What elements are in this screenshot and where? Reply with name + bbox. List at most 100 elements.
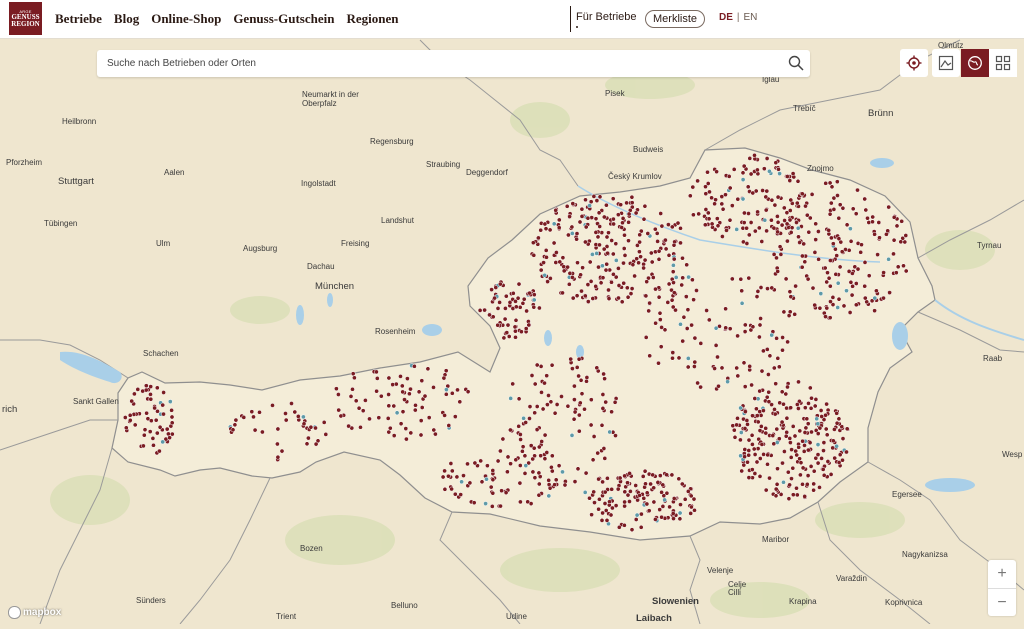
producer-marker[interactable] bbox=[283, 417, 289, 423]
producer-marker[interactable] bbox=[790, 171, 796, 176]
producer-marker[interactable] bbox=[659, 489, 664, 495]
producer-marker[interactable] bbox=[671, 290, 677, 296]
producer-marker[interactable] bbox=[682, 496, 688, 502]
producer-marker[interactable] bbox=[895, 264, 901, 270]
producer-marker[interactable] bbox=[633, 210, 639, 216]
producer-marker[interactable] bbox=[301, 414, 306, 420]
producer-marker[interactable] bbox=[644, 501, 650, 507]
producer-marker[interactable] bbox=[478, 458, 484, 464]
producer-marker[interactable] bbox=[806, 229, 812, 235]
producer-marker[interactable] bbox=[644, 279, 650, 285]
producer-marker[interactable] bbox=[517, 480, 523, 486]
producer-marker[interactable] bbox=[813, 455, 819, 461]
producer-marker[interactable] bbox=[812, 302, 818, 308]
producer-marker[interactable] bbox=[734, 227, 740, 232]
producer-marker[interactable] bbox=[835, 193, 840, 198]
producer-marker[interactable] bbox=[591, 434, 597, 439]
producer-marker[interactable] bbox=[446, 473, 451, 479]
producer-marker[interactable] bbox=[817, 485, 822, 490]
producer-marker[interactable] bbox=[673, 307, 678, 313]
producer-marker[interactable] bbox=[884, 231, 889, 237]
producer-marker[interactable] bbox=[824, 279, 830, 285]
producer-marker[interactable] bbox=[771, 225, 777, 231]
producer-marker[interactable] bbox=[485, 463, 490, 469]
producer-marker[interactable] bbox=[588, 422, 594, 428]
producer-marker[interactable] bbox=[689, 504, 694, 510]
producer-marker[interactable] bbox=[759, 442, 765, 447]
producer-marker[interactable] bbox=[507, 300, 513, 305]
producer-marker[interactable] bbox=[746, 452, 752, 458]
nav-item-blog[interactable]: Blog bbox=[114, 11, 139, 27]
producer-marker[interactable] bbox=[790, 492, 796, 498]
producer-marker[interactable] bbox=[743, 409, 748, 414]
producer-marker[interactable] bbox=[779, 222, 785, 228]
producer-marker[interactable] bbox=[503, 293, 509, 299]
producer-marker[interactable] bbox=[590, 457, 596, 463]
producer-marker[interactable] bbox=[808, 464, 814, 469]
producer-marker[interactable] bbox=[398, 374, 403, 379]
producer-marker[interactable] bbox=[759, 239, 765, 244]
producer-marker[interactable] bbox=[539, 439, 545, 444]
producer-marker[interactable] bbox=[132, 422, 138, 428]
producer-marker[interactable] bbox=[805, 276, 811, 282]
producer-marker[interactable] bbox=[164, 426, 170, 432]
producer-marker[interactable] bbox=[539, 390, 544, 395]
producer-marker[interactable] bbox=[726, 174, 732, 179]
producer-marker[interactable] bbox=[541, 260, 546, 265]
producer-marker[interactable] bbox=[544, 450, 550, 455]
producer-marker[interactable] bbox=[161, 390, 166, 395]
producer-marker[interactable] bbox=[802, 259, 808, 265]
producer-marker[interactable] bbox=[150, 436, 156, 441]
producer-marker[interactable] bbox=[679, 481, 685, 487]
producer-marker[interactable] bbox=[596, 476, 601, 482]
producer-marker[interactable] bbox=[727, 185, 733, 191]
producer-marker[interactable] bbox=[715, 354, 720, 360]
producer-marker[interactable] bbox=[493, 285, 499, 290]
producer-marker[interactable] bbox=[516, 423, 522, 429]
producer-marker[interactable] bbox=[789, 225, 795, 231]
producer-marker[interactable] bbox=[608, 512, 614, 518]
producer-marker[interactable] bbox=[516, 396, 522, 402]
producer-marker[interactable] bbox=[386, 403, 392, 409]
producer-marker[interactable] bbox=[616, 266, 621, 271]
producer-marker[interactable] bbox=[336, 392, 341, 397]
producer-marker[interactable] bbox=[694, 288, 699, 293]
producer-marker[interactable] bbox=[484, 476, 489, 482]
producer-marker[interactable] bbox=[495, 322, 501, 328]
producer-marker[interactable] bbox=[774, 481, 780, 487]
producer-marker[interactable] bbox=[630, 262, 636, 268]
producer-marker[interactable] bbox=[850, 283, 855, 289]
producer-marker[interactable] bbox=[505, 469, 510, 475]
producer-marker[interactable] bbox=[597, 194, 603, 200]
producer-marker[interactable] bbox=[644, 490, 650, 496]
producer-marker[interactable] bbox=[627, 499, 632, 504]
producer-marker[interactable] bbox=[800, 481, 805, 487]
producer-marker[interactable] bbox=[819, 456, 824, 461]
producer-marker[interactable] bbox=[625, 492, 631, 498]
producer-marker[interactable] bbox=[603, 399, 609, 405]
producer-marker[interactable] bbox=[679, 282, 685, 288]
producer-marker[interactable] bbox=[787, 178, 793, 183]
producer-marker[interactable] bbox=[763, 207, 769, 213]
producer-marker[interactable] bbox=[656, 360, 661, 366]
producer-marker[interactable] bbox=[738, 430, 744, 435]
producer-marker[interactable] bbox=[862, 295, 868, 301]
producer-marker[interactable] bbox=[821, 448, 826, 453]
producer-marker[interactable] bbox=[832, 427, 837, 432]
producer-marker[interactable] bbox=[412, 407, 418, 413]
producer-marker[interactable] bbox=[767, 168, 772, 174]
producer-marker[interactable] bbox=[583, 224, 589, 230]
producer-marker[interactable] bbox=[669, 472, 675, 478]
producer-marker[interactable] bbox=[449, 390, 455, 396]
producer-marker[interactable] bbox=[579, 391, 585, 397]
producer-marker[interactable] bbox=[714, 169, 719, 175]
producer-marker[interactable] bbox=[730, 423, 736, 429]
producer-marker[interactable] bbox=[609, 238, 615, 243]
producer-marker[interactable] bbox=[829, 235, 834, 241]
producer-marker[interactable] bbox=[762, 217, 768, 223]
producer-marker[interactable] bbox=[678, 225, 683, 231]
producer-marker[interactable] bbox=[135, 387, 141, 392]
producer-marker[interactable] bbox=[642, 257, 648, 263]
producer-marker[interactable] bbox=[571, 416, 577, 422]
producer-marker[interactable] bbox=[831, 195, 837, 201]
